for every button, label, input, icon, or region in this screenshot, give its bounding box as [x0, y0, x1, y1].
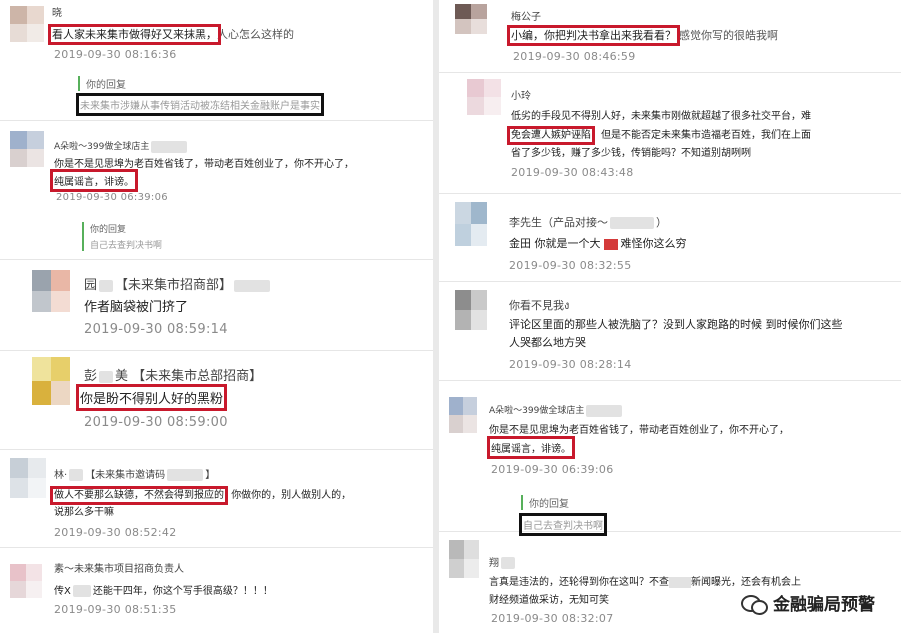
- comment-text: 评论区里面的那些人被洗脑了？没到人家跑路的时候 到时候你们这些: [509, 318, 843, 331]
- timestamp: 2019-09-30 08:16:36: [54, 48, 177, 61]
- commenter-name: 梅公子: [511, 12, 541, 23]
- timestamp: 2019-09-30 08:52:42: [54, 526, 177, 539]
- highlight-red: 做人不要那么缺德，不然会得到报应的: [50, 486, 228, 505]
- reply-label: 你的回复: [529, 499, 569, 510]
- commenter-name: A朵啦～399做全球店主: [54, 139, 189, 153]
- timestamp: 2019-09-30 08:32:55: [509, 259, 632, 272]
- reply-label: 你的回复: [86, 80, 126, 91]
- highlight-red: 看人家未来集市做得好又来抹黑，: [48, 24, 221, 45]
- comment-text: 做人不要那么缺德，不然会得到报应的 你做你的，别人做别人的，: [50, 486, 352, 505]
- commenter-name: 你看不見我ง: [509, 299, 570, 312]
- reply-box: 你的回复 自己去查判决书啊: [82, 222, 162, 251]
- comment-text-line2: 人哭都么地方哭: [509, 336, 586, 349]
- commenter-name: 李先生（产品对接～）: [509, 216, 667, 229]
- comment-text: 你是不是见思埠为老百姓省钱了，带动老百姓创业了，你不开心了，: [54, 159, 354, 170]
- comment-item: 梅公子 小编，你把判决书拿出来我看看？ 感觉你写的很皓我啊 2019-09-30 …: [439, 0, 901, 73]
- timestamp: 2019-09-30 08:59:00: [84, 415, 228, 430]
- reply-text: 自己去查判决书啊: [90, 241, 163, 251]
- comment-item: A朵啦～399做全球店主 你是不是见思埠为老百姓省钱了，带动老百姓创业了，你不开…: [439, 381, 901, 536]
- timestamp: 2019-09-30 08:46:59: [513, 50, 636, 63]
- wechat-icon: [741, 593, 768, 615]
- comment-text: 作者脑袋被门挤了: [84, 300, 189, 315]
- comment-text: 看人家未来集市做得好又来抹黑，人心怎么这样的: [48, 24, 294, 45]
- reply-label: 你的回复: [90, 225, 127, 235]
- comment-text: 传X 还能干四年，你这个写手很高级？！！！: [54, 585, 273, 597]
- commenter-name: A朵啦～399做全球店主: [489, 403, 624, 417]
- left-screenshot: 晓 看人家未来集市做得好又来抹黑，人心怎么这样的 2019-09-30 08:1…: [0, 0, 433, 633]
- highlight-red: 你是盼不得别人好的黑粉: [75, 384, 228, 411]
- avatar: [10, 131, 44, 167]
- comment-item: 林· 【未来集市邀请码】 做人不要那么缺德，不然会得到报应的 你做你的，别人做别人…: [0, 450, 433, 548]
- commenter-name: 晓: [52, 8, 62, 19]
- reply-text: 自己去查判决书啊: [519, 513, 607, 536]
- comment-text: 低劣的手段见不得别人好，未来集市刚做就超越了很多社交平台，难: [511, 111, 811, 122]
- comment-item: 素～未来集市项目招商负责人 传X 还能干四年，你这个写手很高级？！！！ 2019-…: [0, 548, 433, 633]
- comment-item: 小玲 低劣的手段见不得别人好，未来集市刚做就超越了很多社交平台，难 免会遭人嫉妒…: [439, 73, 901, 194]
- commenter-name: 翔: [489, 554, 517, 569]
- reply-box: 你的回复: [78, 76, 126, 91]
- comment-item: 李先生（产品对接～） 金田 你就是一个大 难怪你这么穷 2019-09-30 08…: [439, 194, 901, 282]
- avatar: [10, 564, 42, 598]
- avatar: [467, 79, 501, 115]
- commenter-name: 彭美 【未来集市总部招商】: [84, 369, 263, 384]
- comment-item: 园【未来集市招商部】 作者脑袋被门挤了 2019-09-30 08:59:14: [0, 260, 433, 351]
- watermark: 金融骗局预警: [741, 590, 875, 615]
- timestamp: 2019-09-30 08:59:14: [84, 322, 228, 337]
- commenter-name: 小玲: [511, 91, 531, 102]
- commenter-name: 园【未来集市招商部】: [84, 274, 272, 293]
- avatar: [449, 397, 477, 433]
- avatar: [455, 4, 487, 34]
- comment-item: A朵啦～399做全球店主 你是不是见思埠为老百姓省钱了，带动老百姓创业了，你不开…: [0, 121, 433, 260]
- timestamp: 2019-09-30 06:39:06: [491, 463, 614, 476]
- comment-text-line2: 说那么多干嘛: [54, 507, 114, 518]
- comment-text-line2: 财经频道做采访，无知可笑: [489, 595, 609, 606]
- timestamp: 2019-09-30 06:39:06: [56, 192, 168, 203]
- comment-text: 小编，你把判决书拿出来我看看？ 感觉你写的很皓我啊: [507, 25, 778, 46]
- reply-box: 你的回复: [521, 495, 569, 510]
- avatar: [10, 458, 46, 498]
- comment-item: 彭美 【未来集市总部招商】 你是盼不得别人好的黑粉 2019-09-30 08:…: [0, 351, 433, 450]
- highlight-red: 纯属谣言，诽谤。: [487, 436, 575, 459]
- commenter-name: 素～未来集市项目招商负责人: [54, 564, 184, 575]
- avatar: [455, 290, 487, 330]
- highlight-red: 纯属谣言，诽谤。: [50, 169, 138, 192]
- avatar: [10, 6, 44, 42]
- comment-item: 翔 言真是违法的，还轮得到你在这叫？不查 新闻曝光，还会有机会上 财经频道做采访，…: [439, 532, 901, 633]
- watermark-text: 金融骗局预警: [773, 595, 875, 615]
- comment-text: 金田 你就是一个大 难怪你这么穷: [509, 237, 687, 250]
- reply-text: 未来集市涉嫌从事传销活动被冻结相关金融账户是事实: [76, 93, 324, 116]
- comment-item: 晓 看人家未来集市做得好又来抹黑，人心怎么这样的 2019-09-30 08:1…: [0, 0, 433, 121]
- comment-item: 你看不見我ง 评论区里面的那些人被洗脑了？没到人家跑路的时候 到时候你们这些 人…: [439, 282, 901, 381]
- right-screenshot: 梅公子 小编，你把判决书拿出来我看看？ 感觉你写的很皓我啊 2019-09-30 …: [439, 0, 901, 633]
- commenter-name: 林· 【未来集市邀请码】: [54, 469, 216, 481]
- comment-text: 言真是违法的，还轮得到你在这叫？不查 新闻曝光，还会有机会上: [489, 576, 801, 588]
- comment-text-line2: 免会遭人嫉妒诬陷，但是不能否定未来集市造福老百姓，我们在上面: [507, 126, 811, 145]
- avatar: [455, 202, 487, 246]
- timestamp: 2019-09-30 08:43:48: [511, 166, 634, 179]
- timestamp: 2019-09-30 08:28:14: [509, 358, 632, 371]
- avatar: [32, 357, 70, 405]
- timestamp: 2019-09-30 08:51:35: [54, 603, 177, 616]
- avatar: [32, 270, 70, 312]
- comment-text-line3: 省了多少钱，赚了多少钱，传销能吗？不知道别胡咧咧: [511, 148, 751, 159]
- highlight-red: 免会遭人嫉妒诬陷: [507, 126, 595, 145]
- timestamp: 2019-09-30 08:32:07: [491, 612, 614, 625]
- highlight-red: 小编，你把判决书拿出来我看看？: [507, 25, 680, 46]
- comment-text: 你是不是见思埠为老百姓省钱了，带动老百姓创业了，你不开心了，: [489, 425, 789, 436]
- avatar: [449, 540, 479, 578]
